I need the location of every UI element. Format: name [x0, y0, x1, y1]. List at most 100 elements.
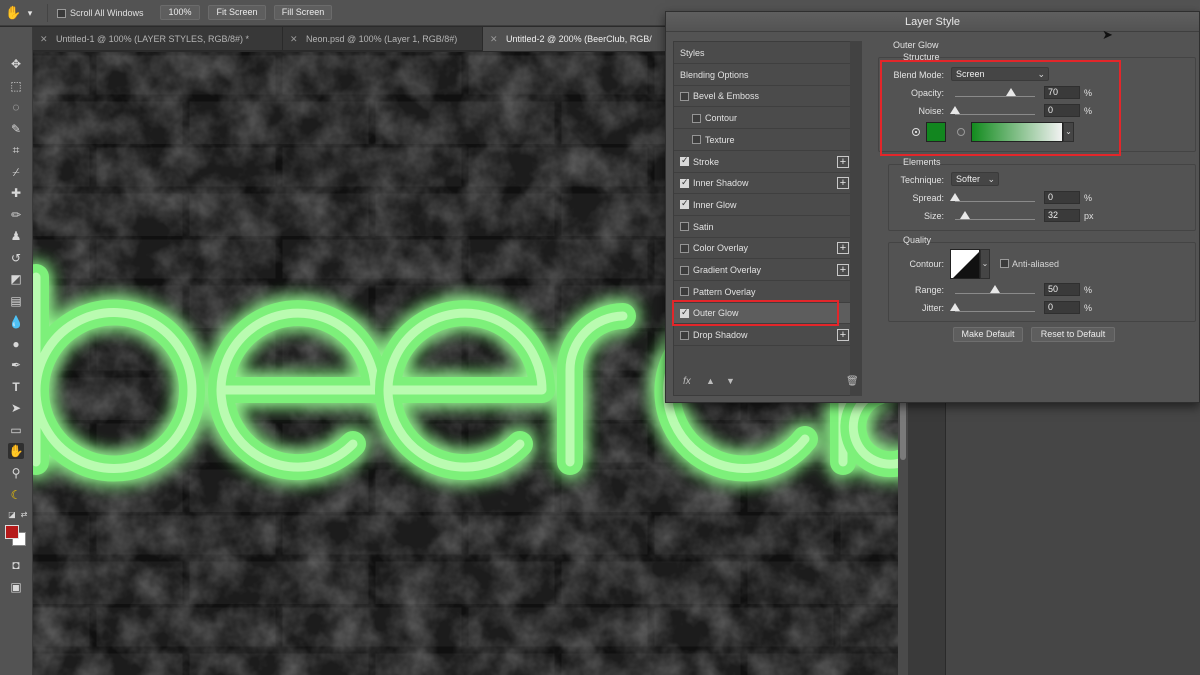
foreground-color-swatch[interactable]: [5, 525, 19, 539]
jitter-slider-knob[interactable]: [950, 303, 960, 311]
add-style-plus-icon[interactable]: +: [837, 264, 849, 276]
hand-tool-icon[interactable]: ✋: [8, 443, 24, 459]
range-slider-track[interactable]: [955, 293, 1035, 294]
add-style-plus-icon[interactable]: +: [837, 242, 849, 255]
gradient-tool-icon[interactable]: ▤: [8, 293, 24, 309]
style-list-item[interactable]: Styles: [674, 43, 852, 64]
style-list-item[interactable]: Inner Glow: [674, 195, 852, 216]
scrollbar-thumb[interactable]: [900, 400, 906, 460]
quick-mask-icon[interactable]: ◘: [8, 557, 24, 573]
fill-screen-button[interactable]: Fill Screen: [274, 5, 332, 20]
scroll-all-windows-checkbox[interactable]: Scroll All Windows: [57, 6, 144, 20]
style-list-item-label: Inner Glow: [693, 199, 737, 210]
contour-preview[interactable]: [950, 249, 980, 279]
clone-stamp-icon[interactable]: ♟: [8, 228, 24, 244]
close-icon[interactable]: ✕: [490, 27, 500, 51]
trash-icon[interactable]: 🗑: [846, 376, 859, 387]
style-checkbox[interactable]: [680, 330, 689, 340]
crop-tool-icon[interactable]: ⌗: [8, 142, 24, 158]
screen-mode-icon[interactable]: ▣: [8, 579, 24, 595]
highlight-box-outer-glow: [672, 300, 839, 327]
style-list-item[interactable]: Stroke +: [674, 152, 852, 173]
jitter-slider-track[interactable]: [955, 311, 1035, 312]
style-checkbox[interactable]: [680, 198, 689, 210]
close-icon[interactable]: ✕: [290, 27, 300, 51]
zoom-tool-icon[interactable]: ⚲: [8, 465, 24, 481]
tab-label: Neon.psd @ 100% (Layer 1, RGB/8#): [306, 34, 458, 44]
style-list-item[interactable]: Gradient Overlay +: [674, 260, 852, 281]
eyedropper-tool-icon[interactable]: ⌿: [8, 164, 24, 180]
brush-tool-icon[interactable]: ✏: [8, 207, 24, 223]
style-list-item[interactable]: Bevel & Emboss: [674, 86, 852, 108]
add-style-plus-icon[interactable]: +: [837, 155, 849, 168]
type-tool-icon[interactable]: T: [8, 379, 24, 395]
swap-colors-icon[interactable]: ⇄: [16, 507, 32, 523]
history-brush-icon[interactable]: ↺: [8, 250, 24, 266]
style-checkbox[interactable]: [680, 265, 689, 275]
quick-select-tool-icon[interactable]: ✎: [8, 121, 24, 137]
style-checkbox[interactable]: [692, 113, 701, 123]
style-checkbox[interactable]: [680, 222, 689, 232]
spread-input[interactable]: 0: [1044, 191, 1080, 204]
fx-icon[interactable]: fx: [683, 376, 691, 387]
tool-preset-chevron-icon[interactable]: ▾: [22, 5, 38, 21]
checkbox-box[interactable]: [57, 8, 66, 18]
healing-brush-icon[interactable]: ✚: [8, 185, 24, 201]
spread-slider-knob[interactable]: [950, 193, 960, 201]
technique-dropdown[interactable]: Softer ⌄: [951, 172, 999, 186]
hand-tool-icon[interactable]: ✋: [5, 5, 21, 21]
rectangle-tool-icon[interactable]: ▭: [8, 422, 24, 438]
style-checkbox[interactable]: [680, 155, 689, 166]
style-list-item-label: Blending Options: [680, 69, 749, 80]
style-checkbox[interactable]: [680, 177, 689, 188]
dodge-tool-icon[interactable]: ●: [8, 336, 24, 352]
add-style-plus-icon[interactable]: +: [837, 329, 849, 342]
reset-to-default-button[interactable]: Reset to Default: [1031, 327, 1115, 342]
anti-aliased-checkbox[interactable]: [1000, 259, 1009, 268]
tab-untitled-1[interactable]: ✕ Untitled-1 @ 100% (LAYER STYLES, RGB/8#…: [33, 27, 283, 51]
list-scrollbar[interactable]: [850, 41, 862, 396]
move-up-icon[interactable]: ▲: [706, 376, 715, 386]
tab-label: Untitled-1 @ 100% (LAYER STYLES, RGB/8#)…: [56, 34, 250, 44]
pen-tool-icon[interactable]: ✒: [8, 357, 24, 373]
move-tool-icon[interactable]: ✥: [8, 56, 24, 72]
style-list-item-label: Gradient Overlay: [693, 265, 762, 275]
eraser-tool-icon[interactable]: ◩: [8, 271, 24, 287]
style-list: Styles Blending Options Bevel & Emboss Cont…: [672, 41, 852, 396]
style-checkbox[interactable]: [680, 243, 689, 253]
style-list-item[interactable]: Blending Options: [674, 65, 852, 86]
fit-screen-button[interactable]: Fit Screen: [208, 5, 266, 20]
range-input[interactable]: 50: [1044, 283, 1080, 296]
marquee-tool-icon[interactable]: ⬚: [8, 78, 24, 94]
style-list-item[interactable]: Contour: [674, 108, 852, 130]
size-slider-track[interactable]: [955, 219, 1035, 220]
style-checkbox[interactable]: [680, 287, 689, 297]
banana-icon[interactable]: ☾: [8, 487, 24, 503]
range-label: Range:: [914, 285, 944, 295]
move-down-icon[interactable]: ▼: [726, 376, 735, 386]
jitter-input[interactable]: 0: [1044, 301, 1080, 314]
size-label: Size:: [923, 211, 944, 221]
add-style-plus-icon[interactable]: +: [837, 177, 849, 190]
range-slider-knob[interactable]: [990, 285, 1000, 293]
path-select-icon[interactable]: ➤: [8, 400, 24, 416]
contour-chevron-icon[interactable]: ⌄: [980, 249, 990, 279]
tab-neon[interactable]: ✕ Neon.psd @ 100% (Layer 1, RGB/8#): [283, 27, 483, 51]
size-slider-knob[interactable]: [960, 211, 971, 219]
style-list-item-label: Stroke: [693, 156, 720, 167]
style-list-item[interactable]: Satin: [674, 217, 852, 238]
style-list-item[interactable]: Texture: [674, 130, 852, 151]
close-icon[interactable]: ✕: [40, 27, 50, 51]
style-list-item-label: Satin: [693, 221, 714, 232]
blur-tool-icon[interactable]: 💧: [8, 314, 24, 330]
style-checkbox[interactable]: [680, 91, 689, 101]
style-list-item[interactable]: Color Overlay +: [674, 238, 852, 260]
lasso-tool-icon[interactable]: ◌: [8, 99, 24, 115]
size-input[interactable]: 32: [1044, 209, 1080, 222]
spread-slider-track[interactable]: [955, 201, 1035, 202]
style-list-item[interactable]: Inner Shadow +: [674, 173, 852, 195]
zoom-100-button[interactable]: 100%: [160, 5, 200, 20]
make-default-button[interactable]: Make Default: [953, 327, 1023, 342]
style-checkbox[interactable]: [692, 135, 701, 145]
style-list-item[interactable]: Drop Shadow +: [674, 325, 852, 347]
